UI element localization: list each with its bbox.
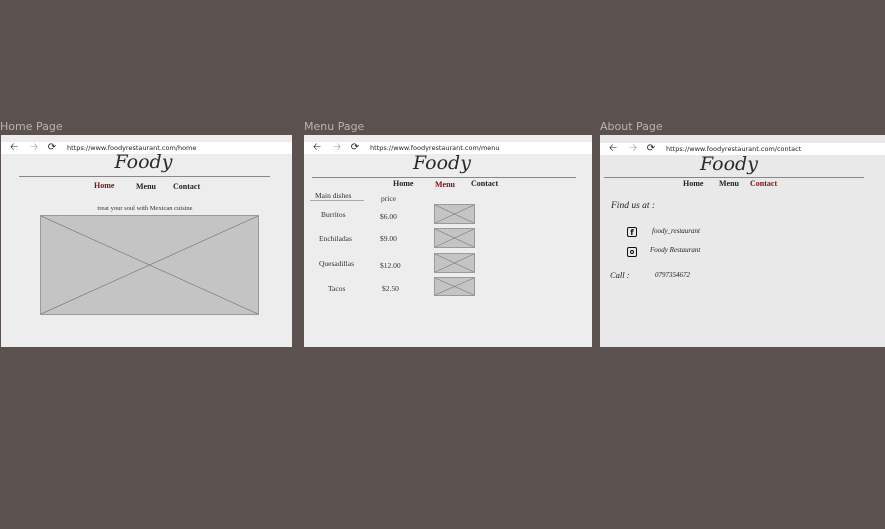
menu-logo: Foody bbox=[413, 152, 471, 174]
menu-col-price: price bbox=[381, 194, 396, 203]
home-frame-label: Home Page bbox=[0, 120, 63, 133]
home-header-rule bbox=[19, 176, 270, 177]
about-find-us-heading: Find us at : bbox=[611, 201, 656, 211]
menu-item-name: Quesadillas bbox=[319, 259, 354, 268]
about-phone-number[interactable]: 0797354672 bbox=[655, 271, 690, 279]
menu-nav-menu[interactable]: Menu bbox=[435, 180, 455, 189]
home-nav-contact[interactable]: Contact bbox=[173, 182, 200, 191]
about-call-label: Call : bbox=[610, 270, 630, 280]
menu-nav-home[interactable]: Home bbox=[393, 179, 413, 188]
menu-nav-contact[interactable]: Contact bbox=[471, 179, 498, 188]
about-instagram-handle[interactable]: Foody Restaurant bbox=[650, 246, 700, 254]
menu-item-image-placeholder bbox=[434, 253, 475, 273]
menu-frame: 🡠 🡢 ⟳ https://www.foodyrestaurant.com/me… bbox=[304, 135, 592, 347]
about-nav-menu[interactable]: Menu bbox=[719, 179, 739, 188]
menu-item-image-placeholder bbox=[434, 204, 475, 224]
menu-item-image-placeholder bbox=[434, 277, 475, 296]
menu-item-price: $12.00 bbox=[380, 261, 401, 270]
instagram-icon[interactable] bbox=[627, 247, 637, 257]
about-url-bar[interactable]: https://www.foodyrestaurant.com/contact bbox=[666, 145, 801, 153]
home-nav-home[interactable]: Home bbox=[94, 181, 114, 190]
menu-frame-label: Menu Page bbox=[304, 120, 365, 133]
menu-item-price: $9.00 bbox=[380, 234, 397, 243]
home-frame: 🡠 🡢 ⟳ https://www.foodyrestaurant.com/ho… bbox=[1, 135, 292, 347]
menu-item-image-placeholder bbox=[434, 228, 475, 248]
about-frame: 🡠 🡢 ⟳ https://www.foodyrestaurant.com/co… bbox=[600, 135, 885, 347]
menu-col-dishes: Main dishes bbox=[315, 191, 352, 200]
menu-item-price: $6.00 bbox=[380, 212, 397, 221]
about-header-rule bbox=[604, 177, 864, 178]
menu-item-name: Enchiladas bbox=[319, 234, 352, 243]
about-nav-contact[interactable]: Contact bbox=[750, 179, 777, 188]
about-frame-label: About Page bbox=[600, 120, 663, 133]
menu-item-name: Burritos bbox=[321, 210, 346, 219]
menu-item-price: $2.50 bbox=[382, 284, 399, 293]
about-facebook-handle[interactable]: foody_restaurant bbox=[652, 227, 700, 235]
home-hero-image-placeholder bbox=[40, 215, 259, 315]
home-logo: Foody bbox=[114, 151, 173, 173]
home-tagline: treat your soul with Mexican cuisine bbox=[97, 205, 193, 212]
menu-item-name: Tacos bbox=[328, 284, 346, 293]
menu-col-rule bbox=[310, 200, 364, 201]
menu-header-rule bbox=[312, 177, 576, 178]
menu-url-bar[interactable]: https://www.foodyrestaurant.com/menu bbox=[370, 144, 500, 152]
facebook-icon[interactable]: f bbox=[627, 227, 637, 237]
about-nav-home[interactable]: Home bbox=[683, 179, 703, 188]
about-logo: Foody bbox=[700, 153, 758, 175]
home-nav-menu[interactable]: Menu bbox=[136, 182, 156, 191]
